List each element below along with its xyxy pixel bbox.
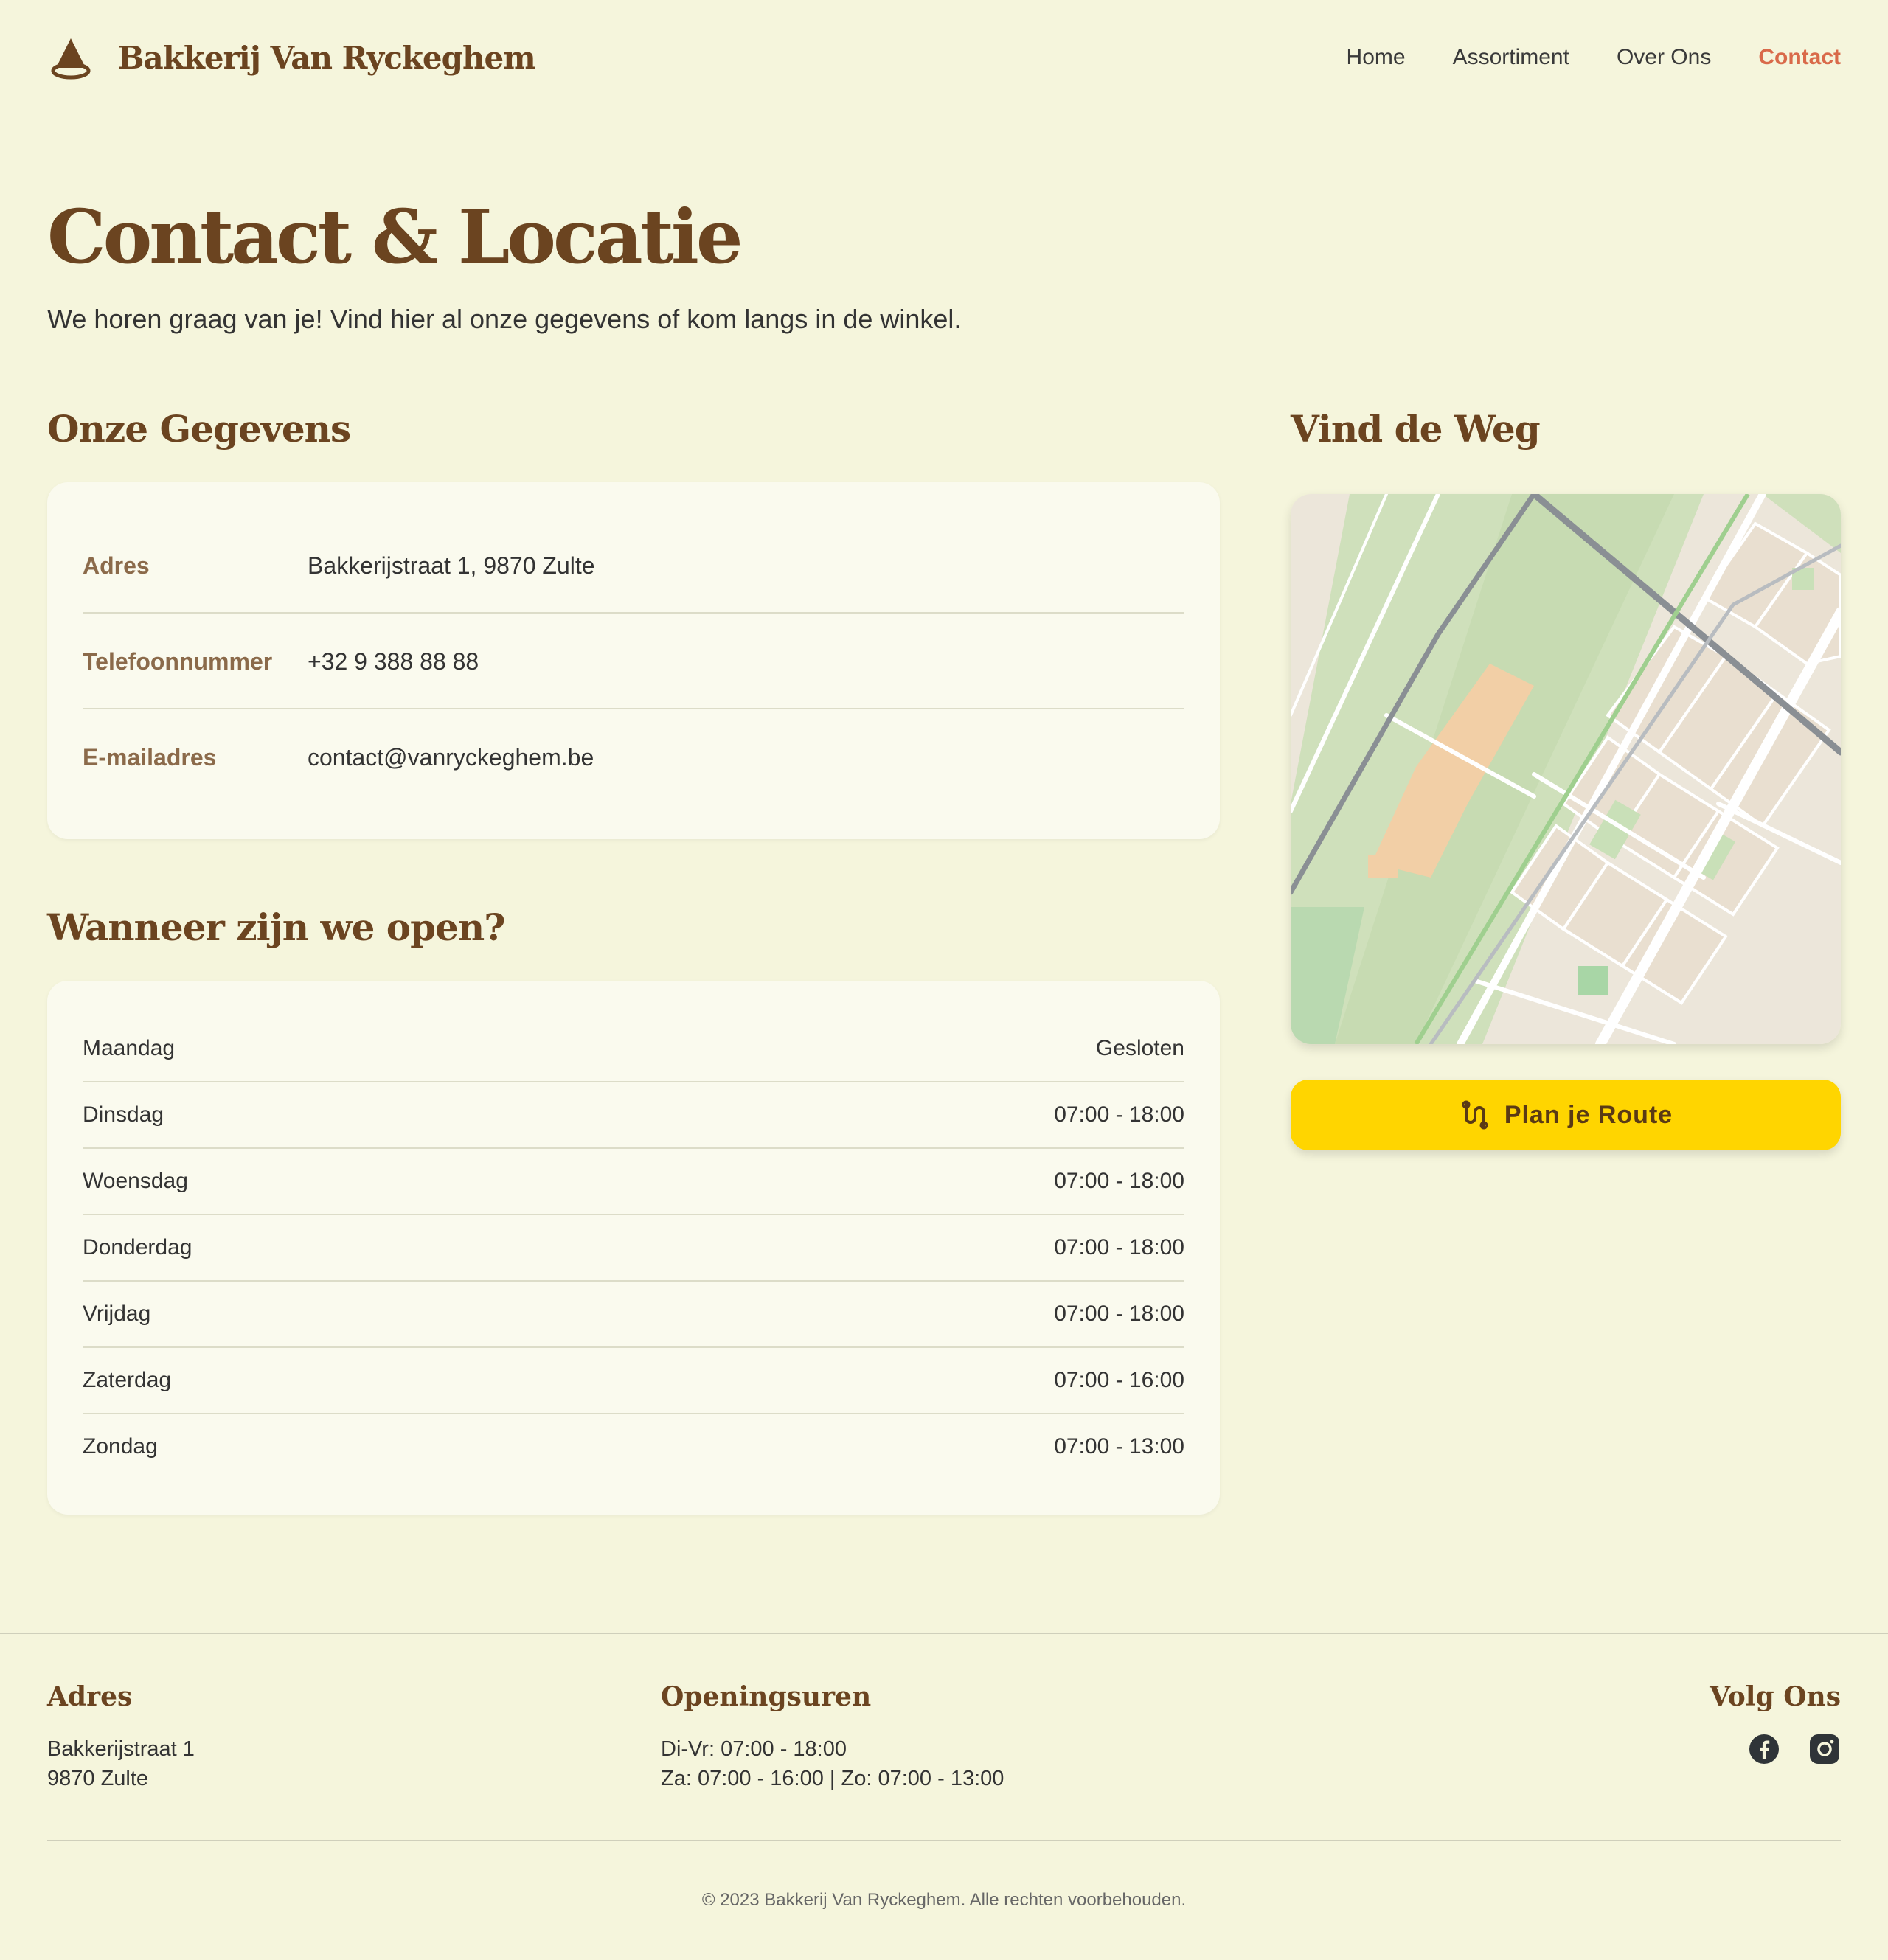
footer-top-border <box>0 1633 1888 1634</box>
contact-value[interactable]: contact@vanryckeghem.be <box>308 744 594 771</box>
copyright-text: © 2023 Bakkerij Van Ryckeghem. Alle rech… <box>701 1890 1187 1910</box>
hours-row: Woensdag 07:00 - 18:00 <box>83 1148 1184 1214</box>
brand-logo[interactable]: Bakkerij Van Ryckeghem <box>47 34 536 81</box>
hours-row: Zondag 07:00 - 13:00 <box>83 1414 1184 1480</box>
contact-section-title: Onze Gegevens <box>47 407 351 451</box>
hours-section-title: Wanneer zijn we open? <box>47 906 506 949</box>
footer-hours-line: Di-Vr: 07:00 - 18:00 <box>661 1737 847 1761</box>
hours-row: Maandag Gesloten <box>83 1015 1184 1082</box>
location-map[interactable] <box>1291 494 1841 1044</box>
footer-address: Bakkerijstraat 1 9870 Zulte <box>47 1734 195 1793</box>
hours-day: Woensdag <box>83 1169 188 1193</box>
nav-home[interactable]: Home <box>1347 45 1406 70</box>
hours-card: Maandag Gesloten Dinsdag 07:00 - 18:00 Woe… <box>47 981 1220 1515</box>
contact-row-phone: Telefoonnummer +32 9 388 88 88 <box>83 614 1184 709</box>
hours-time: 07:00 - 13:00 <box>1054 1434 1184 1459</box>
hours-day: Vrijdag <box>83 1302 151 1326</box>
hours-row: Donderdag 07:00 - 18:00 <box>83 1214 1184 1281</box>
footer-divider <box>47 1840 1841 1841</box>
hours-day: Zaterdag <box>83 1368 172 1392</box>
map-canvas <box>1291 494 1841 1044</box>
hours-time: 07:00 - 18:00 <box>1054 1302 1184 1326</box>
contact-row-email: E-mailadres contact@vanryckeghem.be <box>83 709 1184 805</box>
hours-day: Donderdag <box>83 1235 192 1259</box>
footer-address-line: 9870 Zulte <box>47 1767 149 1790</box>
plan-route-label: Plan je Route <box>1504 1100 1673 1129</box>
hours-time: 07:00 - 18:00 <box>1054 1169 1184 1193</box>
map-section-title: Vind de Weg <box>1291 407 1541 451</box>
contact-row-address: Adres Bakkerijstraat 1, 9870 Zulte <box>83 518 1184 614</box>
facebook-icon[interactable] <box>1748 1733 1780 1765</box>
contact-value[interactable]: +32 9 388 88 88 <box>308 648 479 675</box>
nav-over-ons[interactable]: Over Ons <box>1617 45 1711 70</box>
hours-row: Dinsdag 07:00 - 18:00 <box>83 1082 1184 1148</box>
main-nav: Home Assortiment Over Ons Contact <box>1347 45 1841 70</box>
instagram-icon[interactable] <box>1808 1733 1841 1765</box>
contact-label: Adres <box>83 552 150 579</box>
hours-day: Zondag <box>83 1434 158 1459</box>
hours-row: Vrijdag 07:00 - 18:00 <box>83 1281 1184 1347</box>
plan-route-button[interactable]: Plan je Route <box>1291 1080 1841 1150</box>
hours-time: 07:00 - 16:00 <box>1054 1368 1184 1392</box>
contact-label: Telefoonnummer <box>83 647 273 675</box>
route-icon <box>1462 1100 1488 1130</box>
bakery-cone-icon <box>51 38 91 80</box>
contact-card: Adres Bakkerijstraat 1, 9870 Zulte Telef… <box>47 482 1220 839</box>
hours-day: Dinsdag <box>83 1102 164 1127</box>
page-subtitle: We horen graag van je! Vind hier al onze… <box>47 304 962 334</box>
hours-time: 07:00 - 18:00 <box>1054 1235 1184 1259</box>
page-title: Contact & Locatie <box>47 193 743 280</box>
brand-name: Bakkerij Van Ryckeghem <box>118 39 536 76</box>
footer-address-line: Bakkerijstraat 1 <box>47 1737 195 1761</box>
contact-label: E-mailadres <box>83 743 217 771</box>
nav-contact[interactable]: Contact <box>1758 45 1841 70</box>
footer-address-title: Adres <box>47 1681 133 1712</box>
hours-time: Gesloten <box>1095 1036 1184 1060</box>
footer-social-title: Volg Ons <box>1710 1681 1841 1712</box>
hours-row: Zaterdag 07:00 - 16:00 <box>83 1347 1184 1414</box>
site-header: Bakkerij Van Ryckeghem Home Assortiment … <box>47 21 1841 94</box>
footer-hours: Di-Vr: 07:00 - 18:00 Za: 07:00 - 16:00 |… <box>661 1734 1004 1793</box>
hours-day: Maandag <box>83 1036 176 1060</box>
nav-assortiment[interactable]: Assortiment <box>1453 45 1569 70</box>
footer-hours-title: Openingsuren <box>661 1681 872 1712</box>
footer-hours-line: Za: 07:00 - 16:00 | Zo: 07:00 - 13:00 <box>661 1767 1004 1790</box>
contact-value: Bakkerijstraat 1, 9870 Zulte <box>308 552 595 579</box>
hours-time: 07:00 - 18:00 <box>1054 1102 1184 1127</box>
